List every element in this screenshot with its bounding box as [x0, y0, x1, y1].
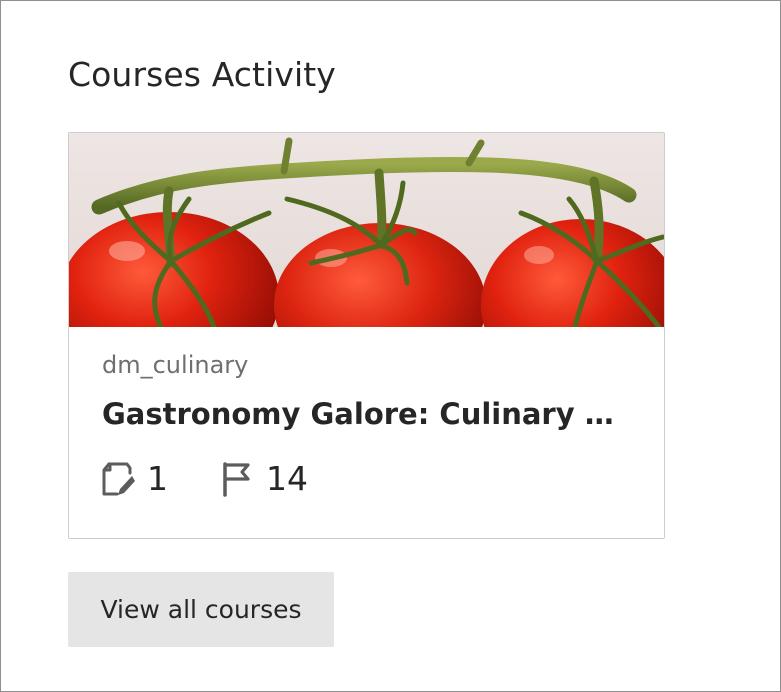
assignments-stat[interactable]: 1	[101, 457, 168, 501]
flag-icon	[223, 462, 250, 497]
courses-activity-panel: Courses Activity dm_culinary Gastronomy …	[0, 0, 781, 692]
panel-title: Courses Activity	[68, 55, 336, 94]
flags-count: 14	[266, 459, 308, 498]
view-all-courses-button[interactable]: View all courses	[68, 572, 334, 647]
course-id: dm_culinary	[102, 351, 249, 379]
flags-stat[interactable]: 14	[220, 457, 308, 501]
course-name[interactable]: Gastronomy Galore: Culinary Cr...	[102, 395, 632, 433]
assignments-count: 1	[147, 459, 168, 498]
course-card[interactable]: dm_culinary Gastronomy Galore: Culinary …	[68, 132, 665, 539]
assignment-edit-icon	[102, 462, 135, 496]
course-banner-image	[69, 133, 664, 327]
